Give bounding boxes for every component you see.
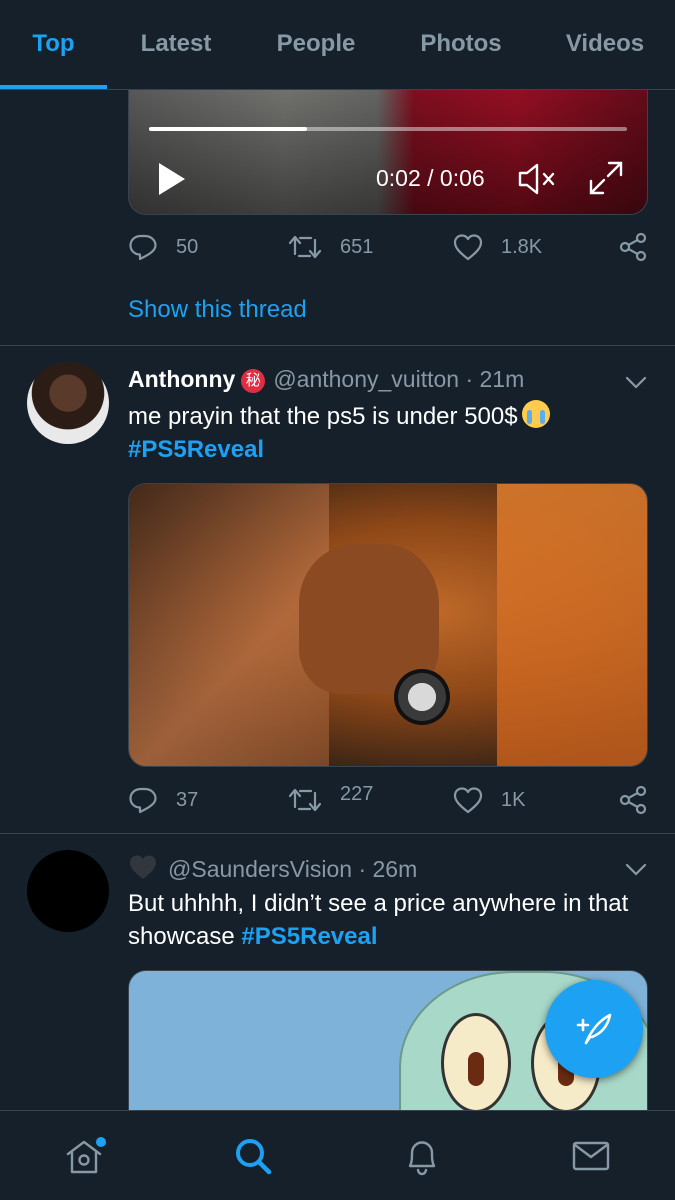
like-button[interactable]: 1K	[453, 780, 525, 820]
reply-count: 50	[176, 235, 199, 258]
like-count: 1K	[501, 788, 526, 811]
tweet-body: But uhhhh, I didn’t see a price anywhere…	[128, 890, 629, 950]
video-frame	[129, 90, 647, 214]
tab-latest-label: Latest	[140, 30, 212, 57]
like-count: 1.8K	[501, 235, 543, 258]
tab-people[interactable]: People	[245, 0, 387, 88]
tweet-feed: 0:02 / 0:06 50 651 1.8K Show this thread…	[0, 90, 675, 1110]
display-name[interactable]: Anthonny	[128, 366, 235, 392]
share-icon	[619, 232, 647, 262]
black-heart-icon	[128, 854, 158, 886]
tab-top-label: Top	[32, 30, 75, 57]
crying-face-icon	[521, 400, 550, 428]
retweet-button[interactable]: 227	[288, 780, 373, 820]
reply-count: 37	[176, 788, 199, 811]
tab-latest[interactable]: Latest	[107, 0, 245, 88]
video-progress-bar[interactable]	[149, 127, 627, 131]
share-button[interactable]	[618, 780, 648, 820]
retweet-count: 227	[340, 782, 374, 805]
bell-icon	[408, 1141, 436, 1176]
muted-speaker-icon[interactable]	[517, 161, 559, 197]
nav-home[interactable]	[34, 1111, 134, 1200]
fullscreen-icon[interactable]	[587, 159, 625, 197]
show-thread-link[interactable]: Show this thread	[128, 296, 307, 324]
avatar[interactable]	[27, 850, 109, 932]
bottom-navigation	[0, 1110, 675, 1200]
tab-videos[interactable]: Videos	[535, 0, 675, 88]
reply-icon	[129, 234, 157, 261]
share-icon	[619, 785, 647, 815]
user-handle[interactable]: @SaundersVision	[168, 856, 352, 882]
image-hoodie	[497, 484, 647, 766]
tab-photos-label: Photos	[420, 30, 502, 57]
tweet-image[interactable]	[128, 483, 648, 767]
tab-top[interactable]: Top	[0, 0, 107, 89]
video-player[interactable]: 0:02 / 0:06	[128, 90, 648, 215]
play-icon[interactable]	[155, 159, 189, 199]
nav-messages[interactable]	[541, 1111, 641, 1200]
video-progress-fill	[149, 127, 307, 131]
retweet-icon	[288, 235, 322, 259]
share-button[interactable]	[618, 227, 648, 267]
tab-people-label: People	[276, 30, 356, 57]
hashtag-link[interactable]: #PS5Reveal	[128, 436, 264, 463]
hashtag-link[interactable]: #PS5Reveal	[241, 923, 377, 950]
nav-search[interactable]	[203, 1111, 303, 1200]
heart-icon	[453, 787, 483, 814]
image-eye	[441, 1013, 511, 1110]
heart-icon	[453, 234, 483, 261]
reply-icon	[129, 787, 157, 814]
compose-tweet-button[interactable]	[545, 980, 643, 1078]
chevron-down-icon[interactable]	[625, 376, 647, 390]
tweet-header: Anthonny 秘 @anthony_vuitton · 21m	[128, 366, 524, 393]
like-button[interactable]: 1.8K	[453, 227, 542, 267]
secret-badge-icon: 秘	[241, 369, 266, 393]
tweet-text: But uhhhh, I didn’t see a price anywhere…	[128, 887, 658, 953]
tweet-time: · 21m	[465, 366, 525, 392]
retweet-icon	[288, 788, 322, 812]
chevron-down-icon[interactable]	[625, 863, 647, 877]
reply-button[interactable]: 37	[128, 780, 198, 820]
tweet-header: @SaundersVision · 26m	[128, 854, 417, 886]
retweet-button[interactable]: 651	[288, 227, 373, 267]
video-time: 0:02 / 0:06	[376, 165, 485, 191]
tweet-actions: 50 651 1.8K	[128, 227, 648, 267]
user-handle[interactable]: @anthony_vuitton	[273, 366, 459, 392]
tab-videos-label: Videos	[565, 30, 645, 57]
tweet-actions: 37 227 1K	[128, 780, 648, 820]
search-icon	[236, 1139, 272, 1175]
tweet-divider	[0, 833, 675, 834]
avatar[interactable]	[27, 362, 109, 444]
tweet-time: · 26m	[358, 856, 418, 882]
image-watch	[394, 669, 450, 725]
new-tweets-dot	[96, 1137, 106, 1147]
retweet-count: 651	[340, 235, 374, 258]
tweet-divider	[0, 345, 675, 346]
mail-icon	[572, 1141, 610, 1171]
tab-photos[interactable]: Photos	[387, 0, 535, 88]
compose-icon	[576, 1013, 612, 1045]
reply-button[interactable]: 50	[128, 227, 198, 267]
tweet-body: me prayin that the ps5 is under 500$	[128, 403, 518, 430]
tweet-text: me prayin that the ps5 is under 500$ #PS…	[128, 400, 658, 466]
search-tabs: Top Latest People Photos Videos	[0, 0, 675, 90]
nav-notifications[interactable]	[372, 1111, 472, 1200]
